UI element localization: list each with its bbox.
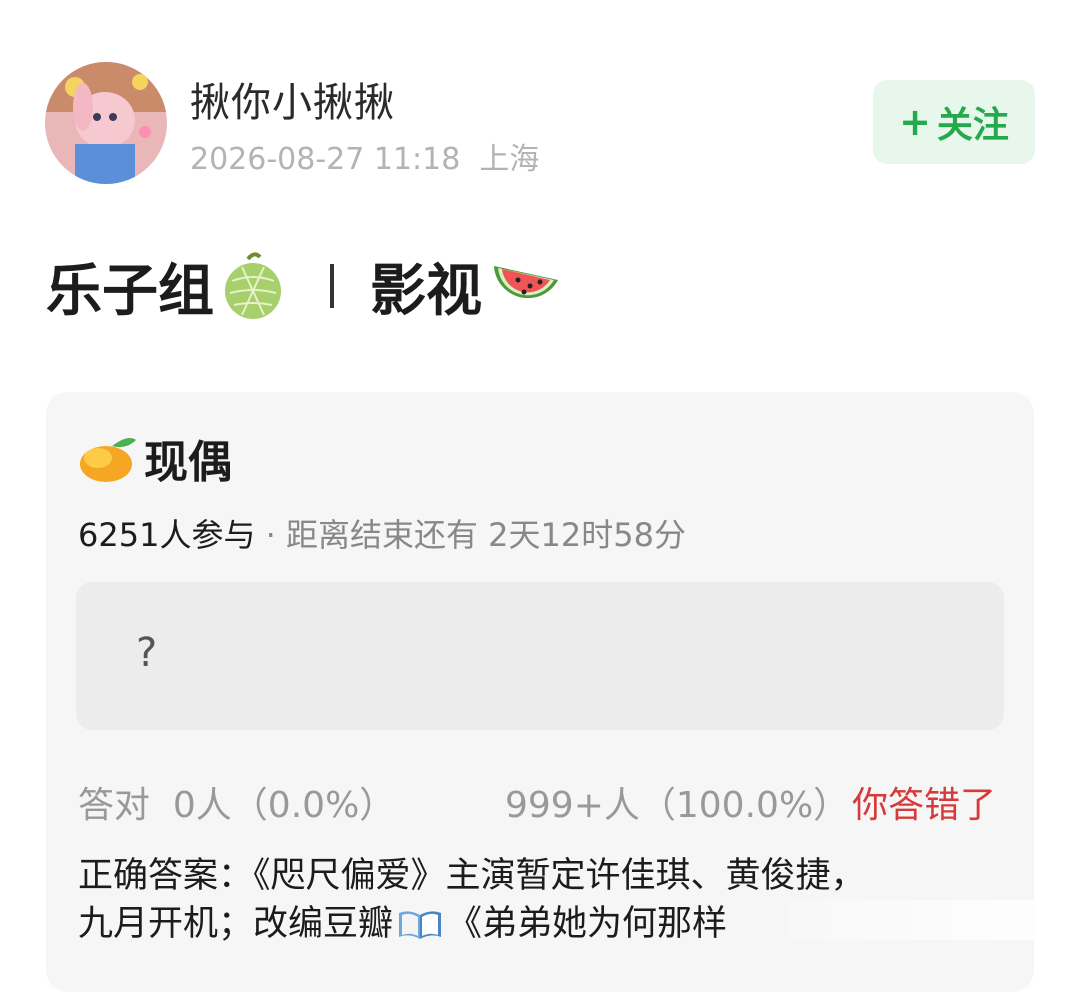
stats-dot: · xyxy=(265,516,276,554)
quiz-title-text: 现偶 xyxy=(144,437,232,488)
follow-button[interactable]: + 关注 xyxy=(873,80,1035,164)
username[interactable]: 揪你小揪揪 xyxy=(190,70,395,128)
answer-line1-text: 《咫尺偏爱》主演暂定许佳琪、黄俊捷， xyxy=(253,856,866,896)
wrong-stat: 999+人（100.0%） xyxy=(505,785,850,826)
group-category: 影视 xyxy=(370,258,482,324)
answer-line2b-text: 《弟弟她为何那样 xyxy=(447,904,728,944)
participant-count: 6251人参与 xyxy=(78,516,256,554)
answer-prefix: 正确答案： xyxy=(78,856,254,896)
quiz-stats: 6251人参与 · 距离结束还有 2天12时58分 xyxy=(78,510,686,556)
correct-label: 答对 xyxy=(78,785,151,826)
result-status: 你答错了 xyxy=(852,785,997,826)
group-name: 乐子组 xyxy=(46,258,214,324)
correct-answer-line1: 正确答案：《咫尺偏爱》主演暂定许佳琪、黄俊捷， xyxy=(78,852,978,900)
post-timestamp: 2026-08-27 11:18 xyxy=(190,142,461,177)
correct-count: 0人（0.0%） xyxy=(172,785,396,826)
watermark-overlay xyxy=(790,900,1080,940)
quiz-title: 现偶 xyxy=(78,428,232,488)
countdown: 距离结束还有 2天12时58分 xyxy=(285,516,686,554)
open-book-icon xyxy=(399,911,442,939)
group-title[interactable]: 乐子组 影视 xyxy=(46,246,564,326)
follow-label: 关注 xyxy=(936,105,1009,146)
watermelon-icon xyxy=(494,266,558,299)
post-meta: 2026-08-27 11:18 上海 xyxy=(190,134,539,178)
title-separator xyxy=(330,264,334,308)
avatar[interactable] xyxy=(45,62,167,184)
answer-option[interactable]: ? xyxy=(76,582,1004,730)
plus-icon: + xyxy=(899,100,931,144)
post-location: 上海 xyxy=(479,142,540,177)
mango-icon xyxy=(80,438,136,482)
answer-line2a-text: 九月开机；改编豆瓣 xyxy=(78,904,394,944)
correct-stat: 答对 0人（0.0%） xyxy=(78,776,395,828)
melon-icon xyxy=(225,252,281,319)
answer-option-text: ? xyxy=(136,630,158,676)
